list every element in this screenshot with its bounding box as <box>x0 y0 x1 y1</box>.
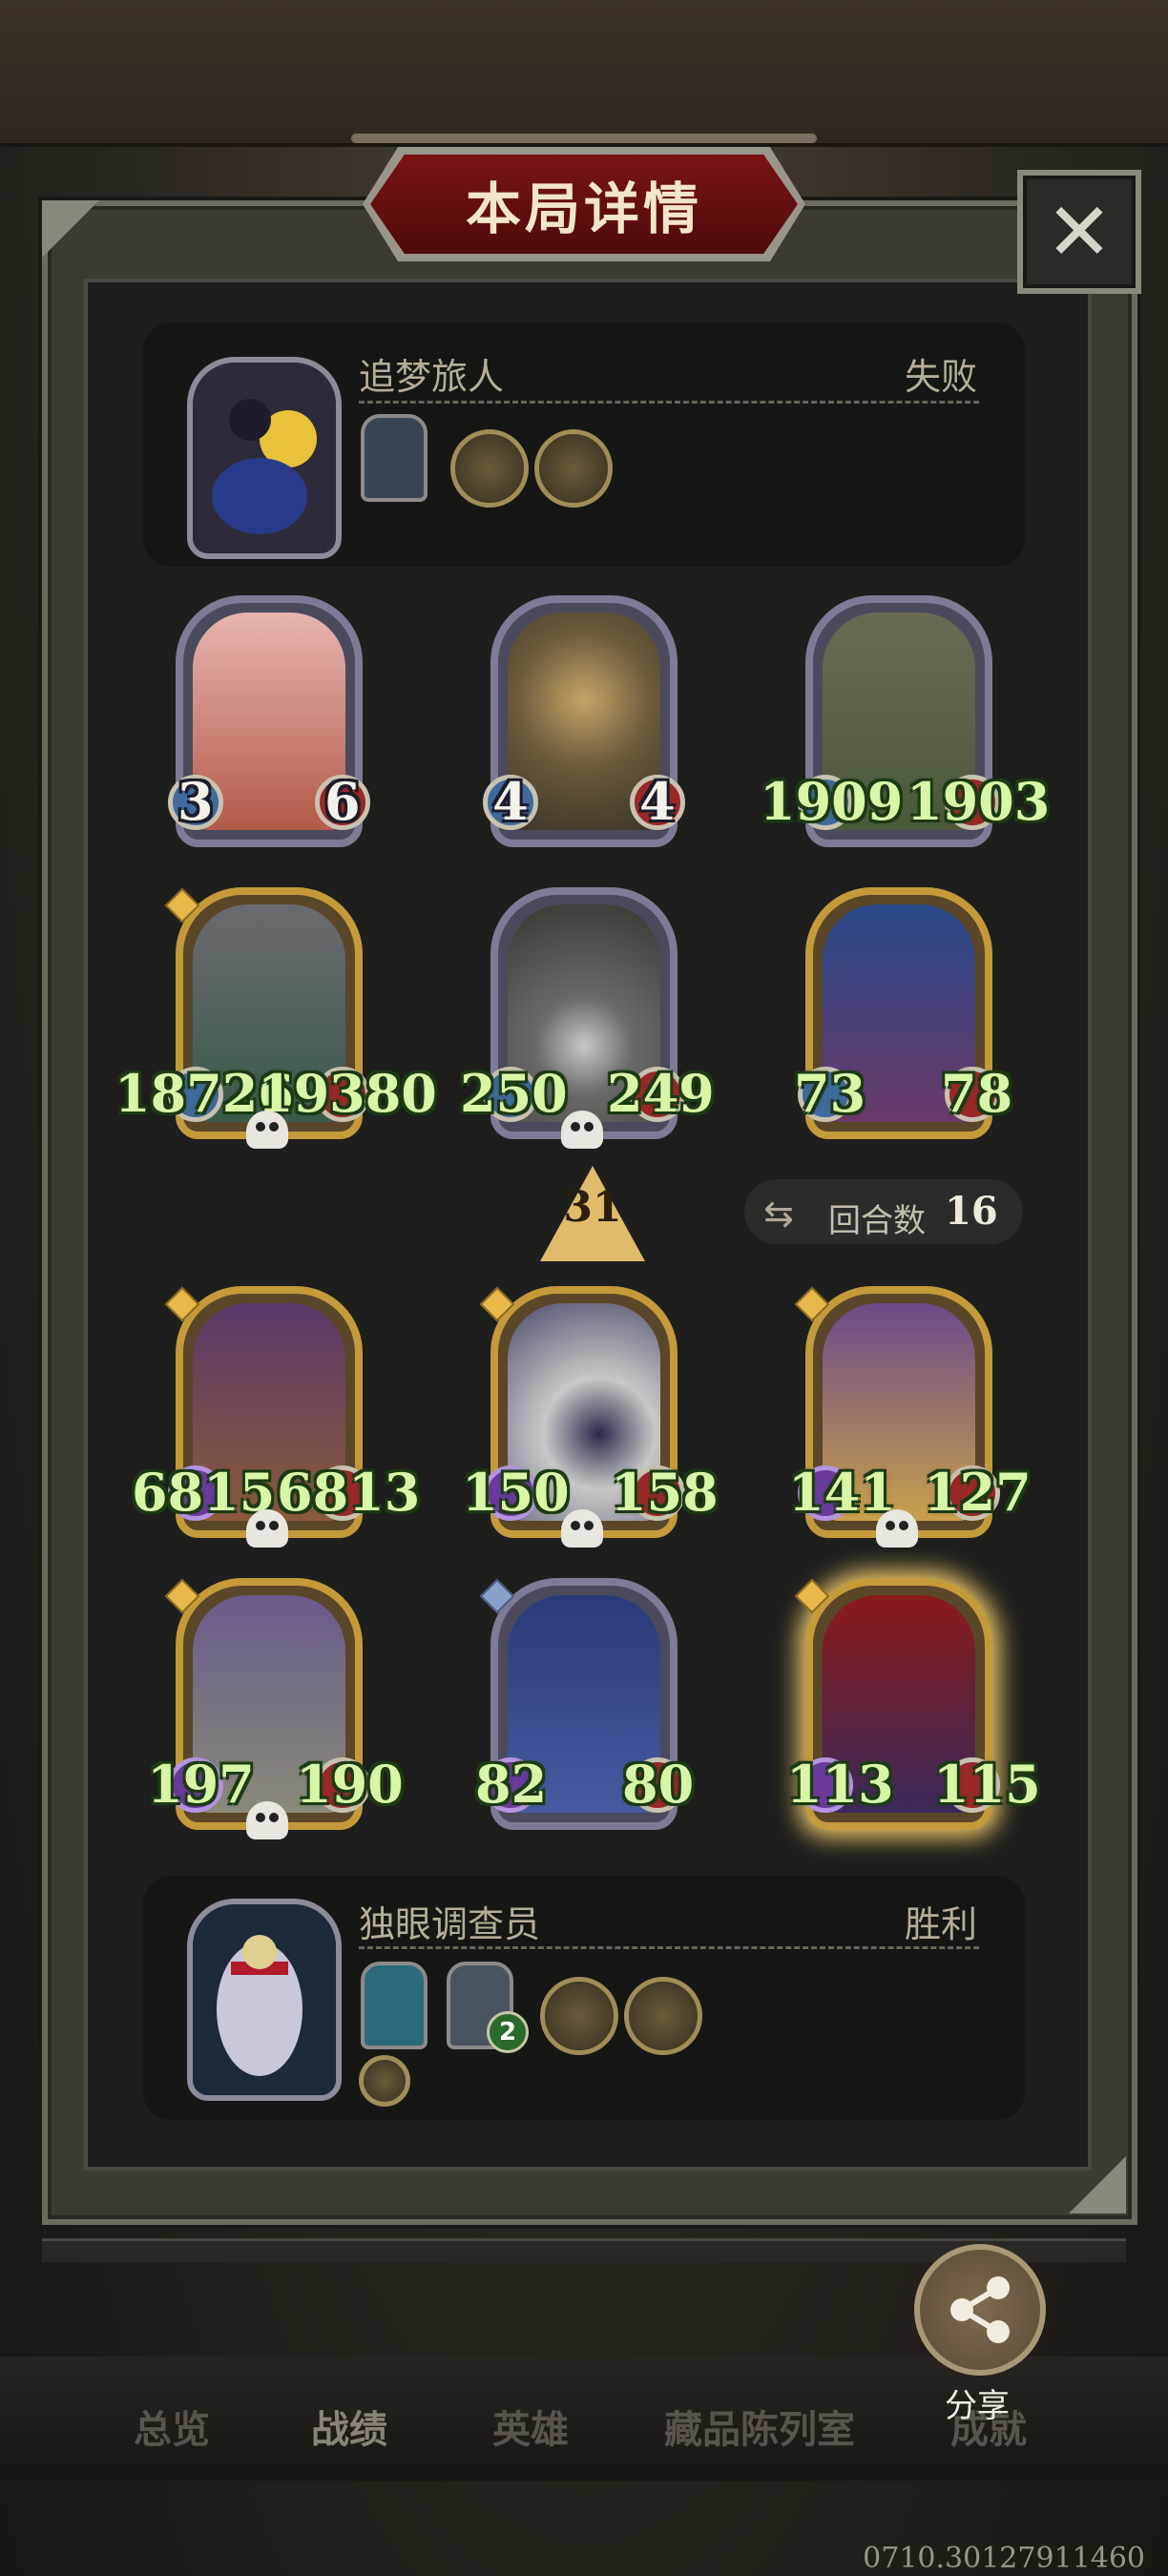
divider <box>359 1946 979 1949</box>
minion-attack: 250 <box>460 1063 568 1124</box>
deathrattle-skull-icon <box>561 1509 603 1548</box>
opponent-trinket-chest[interactable] <box>450 429 529 508</box>
deathrattle-skull-icon <box>246 1801 288 1839</box>
player-result: 胜利 <box>904 1903 977 1945</box>
minion-attack: 82 <box>475 1754 548 1815</box>
minion-health: 80 <box>622 1754 695 1815</box>
opponent-name: 追梦旅人 <box>359 356 505 398</box>
tab-collection[interactable]: 藏品陈列室 <box>664 2399 855 2454</box>
page-title: 本局详情 <box>465 177 702 241</box>
minion-health: 158 <box>611 1462 719 1523</box>
minion-health: 190 <box>296 1754 404 1815</box>
drag-handle[interactable] <box>351 134 817 143</box>
minion-health: 4 <box>639 771 676 832</box>
share-icon <box>950 2276 1010 2343</box>
tab-records[interactable]: 战绩 <box>311 2399 387 2454</box>
minion-health: 1903 <box>907 771 1051 832</box>
minion-attack: 197 <box>147 1754 255 1815</box>
tier-number: 31 <box>563 1183 622 1232</box>
title-banner: 本局详情 <box>370 155 798 254</box>
player-hero-card[interactable] <box>361 1962 428 2049</box>
minion-attack: 73 <box>794 1063 866 1124</box>
minion-attack: 150 <box>462 1462 570 1523</box>
tab-overview[interactable]: 总览 <box>134 2399 210 2454</box>
minion-health: 19380 <box>258 1063 437 1124</box>
close-button[interactable]: ✕ <box>1017 170 1141 294</box>
minion-attack: 141 <box>788 1462 896 1523</box>
player-hero-avatar[interactable] <box>187 1899 342 2101</box>
deathrattle-skull-icon <box>246 1509 288 1548</box>
player-name: 独眼调查员 <box>359 1903 541 1945</box>
share-button[interactable] <box>914 2244 1046 2376</box>
close-icon: ✕ <box>1045 185 1114 279</box>
player-trinket-portrait[interactable] <box>540 1977 618 2055</box>
top-wood-bar <box>0 0 1168 147</box>
minion-attack: 113 <box>786 1754 894 1815</box>
tab-heroes[interactable]: 英雄 <box>492 2399 569 2454</box>
minion-health: 115 <box>933 1754 1041 1815</box>
divider <box>359 401 979 404</box>
opponent-result: 失败 <box>904 356 977 398</box>
minion-attack: 1909 <box>760 771 904 832</box>
opponent-hero-card[interactable] <box>361 414 428 502</box>
refresh-icon: ⇆ <box>763 1193 794 1235</box>
player-trinket-door[interactable] <box>624 1977 702 2055</box>
share-label: 分享 <box>945 2387 1010 2425</box>
minion-attack: 3 <box>177 771 214 832</box>
minion-attack: 4 <box>492 771 529 832</box>
round-value: 16 <box>945 1189 998 1234</box>
deathrattle-skull-icon <box>561 1111 603 1149</box>
minion-health: 6813 <box>277 1462 421 1523</box>
version-text: 0710.30127911460 <box>863 2542 1145 2575</box>
minion-health: 6 <box>324 771 361 832</box>
round-label: 回合数 <box>828 1202 926 1240</box>
level-badge: 2 <box>487 2011 529 2053</box>
player-trinket-coin[interactable] <box>359 2055 410 2107</box>
minion-health: 249 <box>607 1063 715 1124</box>
opponent-hero-avatar[interactable] <box>187 357 342 559</box>
opponent-trinket-lamp[interactable] <box>534 429 613 508</box>
deathrattle-skull-icon <box>876 1509 918 1548</box>
minion-health: 78 <box>941 1063 1013 1124</box>
minion-health: 127 <box>924 1462 1032 1523</box>
deathrattle-skull-icon <box>246 1111 288 1149</box>
